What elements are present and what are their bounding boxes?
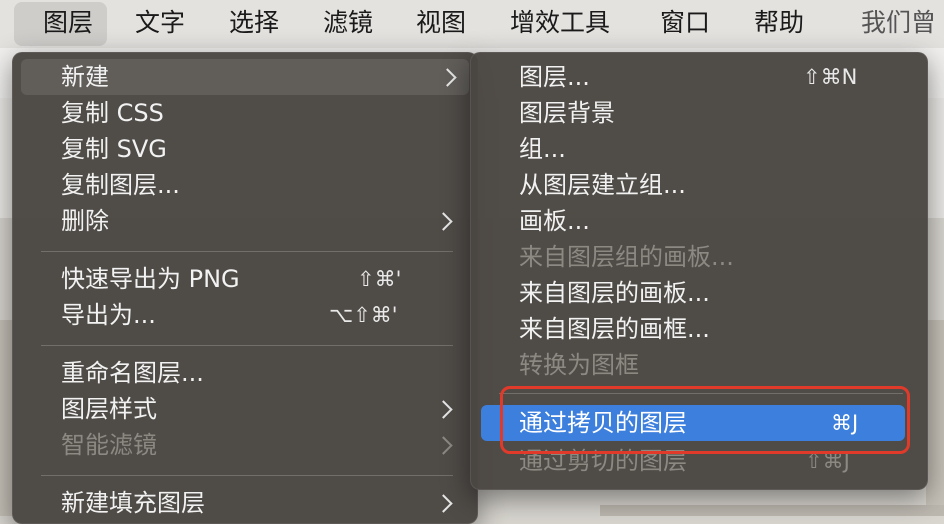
chevron-right-icon — [434, 436, 453, 455]
menu-item-copy-svg[interactable]: 复制 SVG — [13, 131, 477, 167]
annotation-highlight-box — [500, 386, 910, 454]
menu-item-copy-css[interactable]: 复制 CSS — [13, 95, 477, 131]
menu-item-shortcut: ⇧⌘N — [803, 65, 858, 89]
menu-bar: 图层 文字 选择 滤镜 视图 增效工具 窗口 帮助 我们曾 — [0, 0, 944, 48]
menu-item-label: 从图层建立组... — [519, 171, 686, 199]
menu-item-label: 重命名图层... — [61, 359, 204, 387]
menu-item-shortcut: ⇧⌘' — [357, 267, 402, 291]
menu-separator — [41, 475, 453, 476]
chevron-right-icon — [434, 400, 453, 419]
app-background-bottom — [600, 505, 944, 516]
submenu-item-layer[interactable]: 图层... ⇧⌘N — [471, 59, 927, 95]
menu-item-label: 复制 CSS — [61, 99, 164, 127]
menu-item-new[interactable]: 新建 — [21, 59, 469, 95]
menu-item-smart-filter: 智能滤镜 — [13, 427, 477, 463]
menubar-type[interactable]: 文字 — [135, 0, 185, 48]
menu-item-label: 智能滤镜 — [61, 431, 157, 459]
menubar-select[interactable]: 选择 — [229, 0, 279, 48]
menu-item-label: 图层背景 — [519, 99, 615, 127]
submenu-item-convert-to-frame: 转换为图框 — [471, 347, 927, 383]
menu-item-label: 转换为图框 — [519, 351, 639, 379]
menu-item-rename-layer[interactable]: 重命名图层... — [13, 355, 477, 391]
submenu-item-group-from-layers[interactable]: 从图层建立组... — [471, 167, 927, 203]
menubar-view[interactable]: 视图 — [416, 0, 466, 48]
layer-menu: 新建 复制 CSS 复制 SVG 复制图层... 删除 快速导出为 PNG ⇧⌘… — [12, 52, 478, 524]
menubar-plugins[interactable]: 增效工具 — [510, 0, 610, 48]
menu-item-duplicate-layer[interactable]: 复制图层... — [13, 167, 477, 203]
menubar-layer[interactable]: 图层 — [14, 2, 108, 46]
menu-item-label: 组... — [519, 135, 566, 163]
submenu-item-artboard-from-layers[interactable]: 来自图层的画板... — [471, 275, 927, 311]
menu-item-export-as[interactable]: 导出为... ⌥⇧⌘' — [13, 297, 477, 333]
chevron-right-icon — [434, 494, 453, 513]
submenu-item-artboard-from-group: 来自图层组的画板... — [471, 239, 927, 275]
menubar-window[interactable]: 窗口 — [660, 0, 710, 48]
submenu-item-artboard[interactable]: 画板... — [471, 203, 927, 239]
menu-item-label: 快速导出为 PNG — [61, 265, 240, 293]
menu-item-label: 来自图层组的画板... — [519, 243, 734, 271]
menu-item-label: 画板... — [519, 207, 590, 235]
menu-item-label: 复制 SVG — [61, 135, 167, 163]
menubar-extra[interactable]: 我们曾 — [861, 0, 936, 48]
submenu-item-group[interactable]: 组... — [471, 131, 927, 167]
menu-separator — [41, 345, 453, 346]
menubar-filter[interactable]: 滤镜 — [323, 0, 373, 48]
menu-item-label: 复制图层... — [61, 171, 180, 199]
menu-item-label: 图层... — [519, 63, 590, 91]
menu-item-label: 图层样式 — [61, 395, 157, 423]
menu-item-delete[interactable]: 删除 — [13, 203, 477, 239]
submenu-item-frame-from-layers[interactable]: 来自图层的画框... — [471, 311, 927, 347]
menu-item-layer-style[interactable]: 图层样式 — [13, 391, 477, 427]
menu-item-label: 新建 — [61, 63, 109, 91]
menu-item-quick-export-png[interactable]: 快速导出为 PNG ⇧⌘' — [13, 261, 477, 297]
menubar-help[interactable]: 帮助 — [754, 0, 804, 48]
chevron-right-icon — [434, 212, 453, 231]
menu-item-label: 来自图层的画框... — [519, 315, 710, 343]
menu-item-label: 导出为... — [61, 301, 156, 329]
submenu-item-layer-background[interactable]: 图层背景 — [471, 95, 927, 131]
menu-item-label: 删除 — [61, 207, 109, 235]
menu-item-label: 来自图层的画板... — [519, 279, 710, 307]
menu-separator — [41, 251, 453, 252]
menu-item-shortcut: ⌥⇧⌘' — [329, 303, 398, 327]
app-background-canvas-right — [926, 320, 944, 516]
chevron-right-icon — [438, 68, 457, 87]
